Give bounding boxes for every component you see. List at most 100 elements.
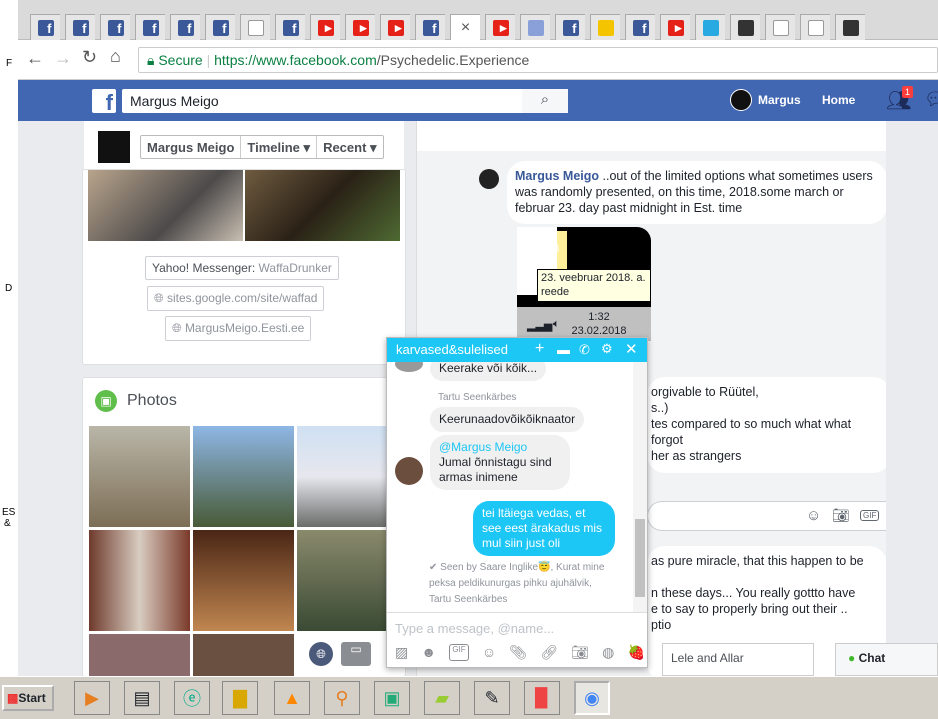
browser-tab[interactable] [520,14,550,40]
facebook-logo[interactable]: f [92,89,116,115]
messenger-info: Yahoo! Messenger: WaffaDrunker [145,256,339,280]
strawberry-icon[interactable]: 🍓 [628,644,645,661]
chat-header[interactable]: karvased&sulelised + ▬ ✆ ⚙ ✕ [387,338,647,362]
attachment-icon[interactable]: 📎︎ [509,644,527,661]
browser-tab[interactable]: f [555,14,585,40]
profile-name-button[interactable]: Margus Meigo [141,136,242,158]
browser-tab[interactable]: ▸ [660,14,690,40]
comment-author[interactable]: Margus Meigo [515,169,599,183]
home-icon[interactable]: ⌂ [110,46,121,67]
gear-icon[interactable]: ⚙ [601,341,613,357]
photo[interactable] [89,426,190,527]
chat-sidebar-button[interactable]: ● Chat [835,643,938,676]
chat-tab-lele-allar[interactable]: Lele and Allar [662,643,814,676]
poll-icon[interactable]: ◍ [602,644,614,661]
photo[interactable] [245,170,400,241]
chat-sidebar-icon[interactable]: ▭ [341,642,371,666]
browser-tab[interactable]: ▸ [345,14,375,40]
avatar [479,169,499,189]
website-link[interactable]: 🌐︎ MargusMeigo.Eesti.ee [165,316,312,341]
favicon-icon [527,19,544,36]
chat-title[interactable]: karvased&sulelised [396,342,508,357]
browser-tab[interactable] [835,14,865,40]
browser-tab[interactable] [730,14,760,40]
monitor-icon[interactable]: ▣ [374,681,410,715]
photo-icon[interactable]: ▨ [395,644,408,661]
search-icon[interactable]: ⌕ [522,89,568,113]
photo[interactable] [193,426,294,527]
photo[interactable] [88,170,243,241]
photo[interactable] [193,634,294,676]
browser-tab[interactable]: f [100,14,130,40]
search-input[interactable]: Margus Meigo ⌕ [122,89,568,113]
photos-title[interactable]: Photos [127,392,177,410]
gif-icon[interactable]: GIF [449,644,469,661]
browser-tab[interactable]: f [275,14,305,40]
address-toolbar: ← → ↻ ⌂ 🔒︎ Secure | https://www.facebook… [18,40,938,80]
emoji-icon[interactable]: ☺ [482,644,496,661]
vlc-icon[interactable]: ▲ [274,681,310,715]
desktop-label: F [6,58,13,69]
search-app-icon[interactable]: ⚲ [324,681,360,715]
camera-icon[interactable]: 📷︎ [571,644,589,661]
sticker-icon[interactable]: ☻ [421,644,436,661]
forward-icon[interactable]: → [54,48,72,69]
editor-icon[interactable]: ✎ [474,681,510,715]
browser-tab[interactable]: f [625,14,655,40]
timeline-dropdown[interactable]: Timeline ▾ [241,136,318,158]
photo[interactable] [297,530,398,631]
chat-scrollbar[interactable] [633,362,647,612]
photo[interactable] [193,530,294,631]
reload-icon[interactable]: ↻ [82,47,97,68]
browser-tab[interactable] [765,14,795,40]
eset-icon[interactable]: ⓔ [174,681,210,715]
chrome-icon[interactable]: ◉ [574,681,610,715]
favicon-icon [842,19,859,36]
comment-input[interactable]: ☺ 📷︎ GIF ☻ [647,501,917,531]
browser-tab-active[interactable]: × [450,14,480,40]
browser-tab[interactable]: f [135,14,165,40]
browser-tab[interactable] [590,14,620,40]
avatar[interactable] [730,89,752,111]
presentation-icon[interactable]: ▤ [124,681,160,715]
back-icon[interactable]: ← [26,48,44,69]
home-link[interactable]: Home [822,93,855,107]
website-link[interactable]: 🌐︎ sites.google.com/site/waffad [147,286,325,311]
phone-icon[interactable]: ✆ [579,342,590,358]
browser-tab[interactable]: f [205,14,235,40]
gif-icon[interactable]: GIF [860,510,880,521]
photo[interactable] [297,426,398,527]
photo[interactable] [89,634,190,676]
browser-tab[interactable]: f [65,14,95,40]
media-player-icon[interactable]: ▶ [74,681,110,715]
browser-tab[interactable] [695,14,725,40]
profile-link[interactable]: Margus [758,93,801,107]
comment-image[interactable]: 23 7. 23. veebruar 2018. a. reede ▂▃▅ 🔈︎ 1… [517,227,651,341]
emoji-icon[interactable]: ☺ [806,507,821,524]
browser-tab[interactable]: ▸ [380,14,410,40]
video-call-icon[interactable]: ▬ [557,342,570,357]
notes-icon[interactable]: ▰ [424,681,460,715]
camera-icon[interactable]: 📷︎ [832,507,850,524]
folder-icon[interactable]: ▇ [222,681,258,715]
intro-card: Yahoo! Messenger: WaffaDrunker 🌐︎ sites.… [82,169,406,365]
recent-dropdown[interactable]: Recent ▾ [317,136,383,158]
office-icon[interactable]: ▉ [524,681,560,715]
photo[interactable] [89,530,190,631]
browser-tab[interactable]: f [415,14,445,40]
browser-tab[interactable]: ▸ [485,14,515,40]
link-icon[interactable]: 🔗︎ [540,644,558,661]
browser-tab[interactable]: f [170,14,200,40]
browser-tab[interactable]: f [30,14,60,40]
browser-tab[interactable]: ▸ [310,14,340,40]
add-people-icon[interactable]: + [535,340,544,358]
messenger-icon[interactable]: 💬︎ [924,89,938,110]
browser-tab[interactable] [800,14,830,40]
close-icon[interactable]: ✕ [625,340,638,358]
url-bar[interactable]: 🔒︎ Secure | https://www.facebook.com/Psy… [138,47,938,73]
close-tab-icon[interactable]: × [461,19,470,37]
browser-tab[interactable] [240,14,270,40]
start-button[interactable]: ▩Start [2,685,54,711]
chat-message-input[interactable]: Type a message, @name... [395,621,554,636]
globe-icon[interactable]: 🌐︎ [309,642,333,666]
